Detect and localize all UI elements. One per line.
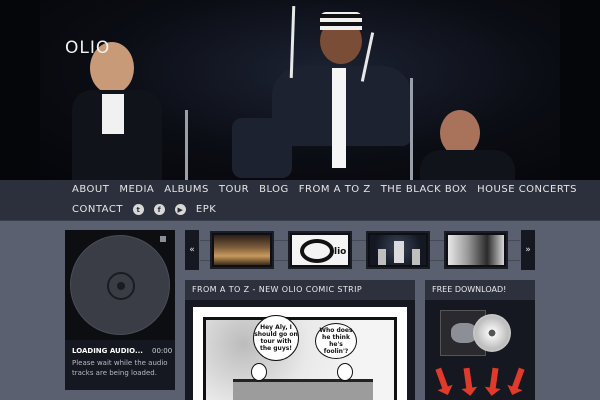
nav-albums[interactable]: ALBUMS: [164, 184, 209, 195]
download-panel-title[interactable]: FREE DOWNLOAD!: [432, 285, 506, 294]
nav-epk[interactable]: EPK: [196, 204, 216, 215]
double-chevron-left-icon: «: [189, 245, 195, 255]
comic-car: [233, 379, 373, 400]
arrow-down-icon: [463, 367, 473, 391]
nav-the-black-box[interactable]: THE BLACK BOX: [381, 184, 467, 195]
nav-divider: [0, 220, 600, 221]
nav-row-secondary: CONTACT t f ▶ EPK: [72, 204, 216, 215]
player-menu-icon[interactable]: [160, 236, 166, 242]
youtube-icon[interactable]: ▶: [174, 204, 186, 215]
nav-from-a-to-z[interactable]: FROM A TO Z: [299, 184, 371, 195]
carousel-next-button[interactable]: »: [521, 230, 535, 270]
nav-house-concerts[interactable]: HOUSE CONCERTS: [477, 184, 577, 195]
cd-icon[interactable]: [473, 314, 511, 352]
album-art: [65, 230, 175, 340]
nav-media[interactable]: MEDIA: [119, 184, 154, 195]
comic-character-right: [337, 363, 353, 381]
cymbal-stand: [410, 78, 413, 180]
twitter-icon[interactable]: t: [132, 204, 144, 215]
free-download-panel: FREE DOWNLOAD!: [425, 280, 535, 400]
nav-contact[interactable]: CONTACT: [72, 204, 123, 215]
header-hero: OLIO: [0, 0, 600, 180]
speech-bubble-left: Hey Aly, I should go on tour with the gu…: [253, 315, 299, 361]
nav-row-primary: ABOUT MEDIA ALBUMS TOUR BLOG FROM A TO Z…: [72, 184, 577, 195]
carousel-thumb-studio[interactable]: [210, 231, 274, 269]
site-logo[interactable]: OLIO: [65, 38, 110, 58]
carousel-thumb-logo[interactable]: lio: [288, 231, 352, 269]
comic-panel-header: FROM A TO Z - NEW OLIO COMIC STRIP: [185, 280, 415, 300]
comic-strip-panel: FROM A TO Z - NEW OLIO COMIC STRIP Hey A…: [185, 280, 415, 400]
carousel-thumb-group[interactable]: [444, 231, 508, 269]
comic-panel-title[interactable]: FROM A TO Z - NEW OLIO COMIC STRIP: [192, 285, 362, 294]
comic-character-left: [251, 363, 267, 381]
player-message: Please wait while the audio tracks are b…: [72, 359, 168, 377]
arrow-down-icon: [435, 367, 449, 391]
carousel-prev-button[interactable]: «: [185, 230, 199, 270]
player-status-title: LOADING AUDIO...: [72, 347, 143, 355]
facebook-icon[interactable]: f: [153, 204, 165, 215]
carousel-thumb-stage[interactable]: [366, 231, 430, 269]
audio-player: LOADING AUDIO... 00:00 Please wait while…: [65, 230, 175, 390]
player-time: 00:00: [152, 347, 173, 355]
nav-about[interactable]: ABOUT: [72, 184, 109, 195]
arrow-down-icon: [489, 367, 499, 391]
disc-icon: [70, 235, 170, 335]
nav-tour[interactable]: TOUR: [219, 184, 249, 195]
cymbal-stand: [185, 110, 188, 180]
download-panel-header: FREE DOWNLOAD!: [425, 280, 535, 300]
comic-strip-image[interactable]: Hey Aly, I should go on tour with the gu…: [193, 307, 407, 400]
nav-blog[interactable]: BLOG: [259, 184, 289, 195]
arrow-down-icon: [511, 367, 525, 391]
speech-bubble-right: Who does he think he's foolin'?: [315, 323, 357, 359]
chevron-right-icon: »: [525, 245, 531, 255]
